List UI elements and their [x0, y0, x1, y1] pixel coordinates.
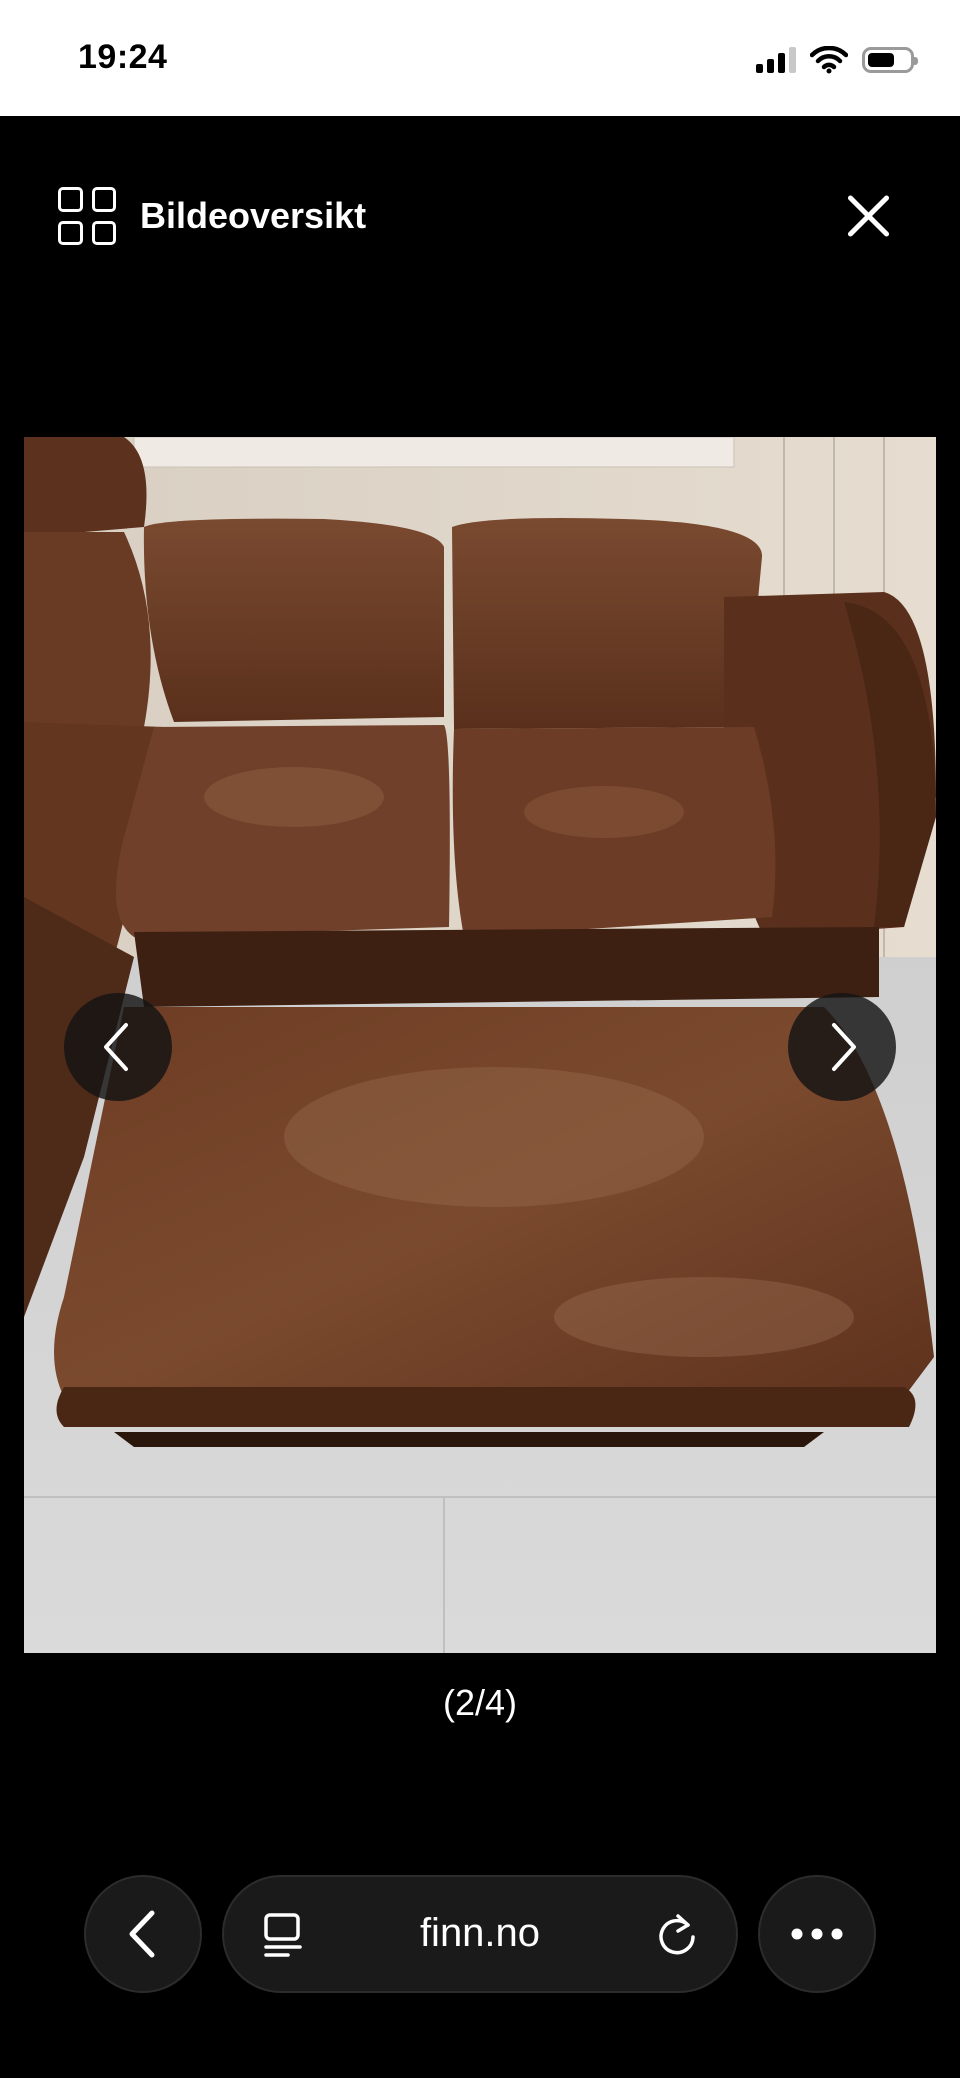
image-counter: (2/4) — [442, 1682, 518, 1723]
reload-icon[interactable] — [654, 1911, 700, 1959]
more-button[interactable] — [758, 1875, 876, 1993]
cellular-signal-icon — [756, 47, 796, 73]
close-icon[interactable] — [844, 192, 892, 240]
status-bar: 19:24 — [0, 0, 960, 116]
image-overview-button[interactable]: Bildeoversikt — [58, 186, 366, 246]
viewer-header: Bildeoversikt — [0, 116, 960, 316]
chevron-right-icon — [832, 1023, 856, 1071]
status-time: 19:24 — [78, 38, 168, 76]
wifi-icon — [810, 46, 848, 74]
chevron-left-icon — [129, 1910, 155, 1958]
browser-toolbar: finn.no — [0, 1875, 960, 1995]
back-button[interactable] — [84, 1875, 202, 1993]
address-bar[interactable]: finn.no — [222, 1875, 738, 1993]
image-overview-label: Bildeoversikt — [140, 195, 367, 236]
battery-icon — [862, 47, 918, 73]
status-icons — [756, 44, 918, 76]
more-icon — [791, 1928, 843, 1940]
next-image-button[interactable] — [788, 993, 896, 1101]
previous-image-button[interactable] — [64, 993, 172, 1101]
chevron-left-icon — [104, 1023, 128, 1071]
grid-icon — [58, 187, 116, 245]
